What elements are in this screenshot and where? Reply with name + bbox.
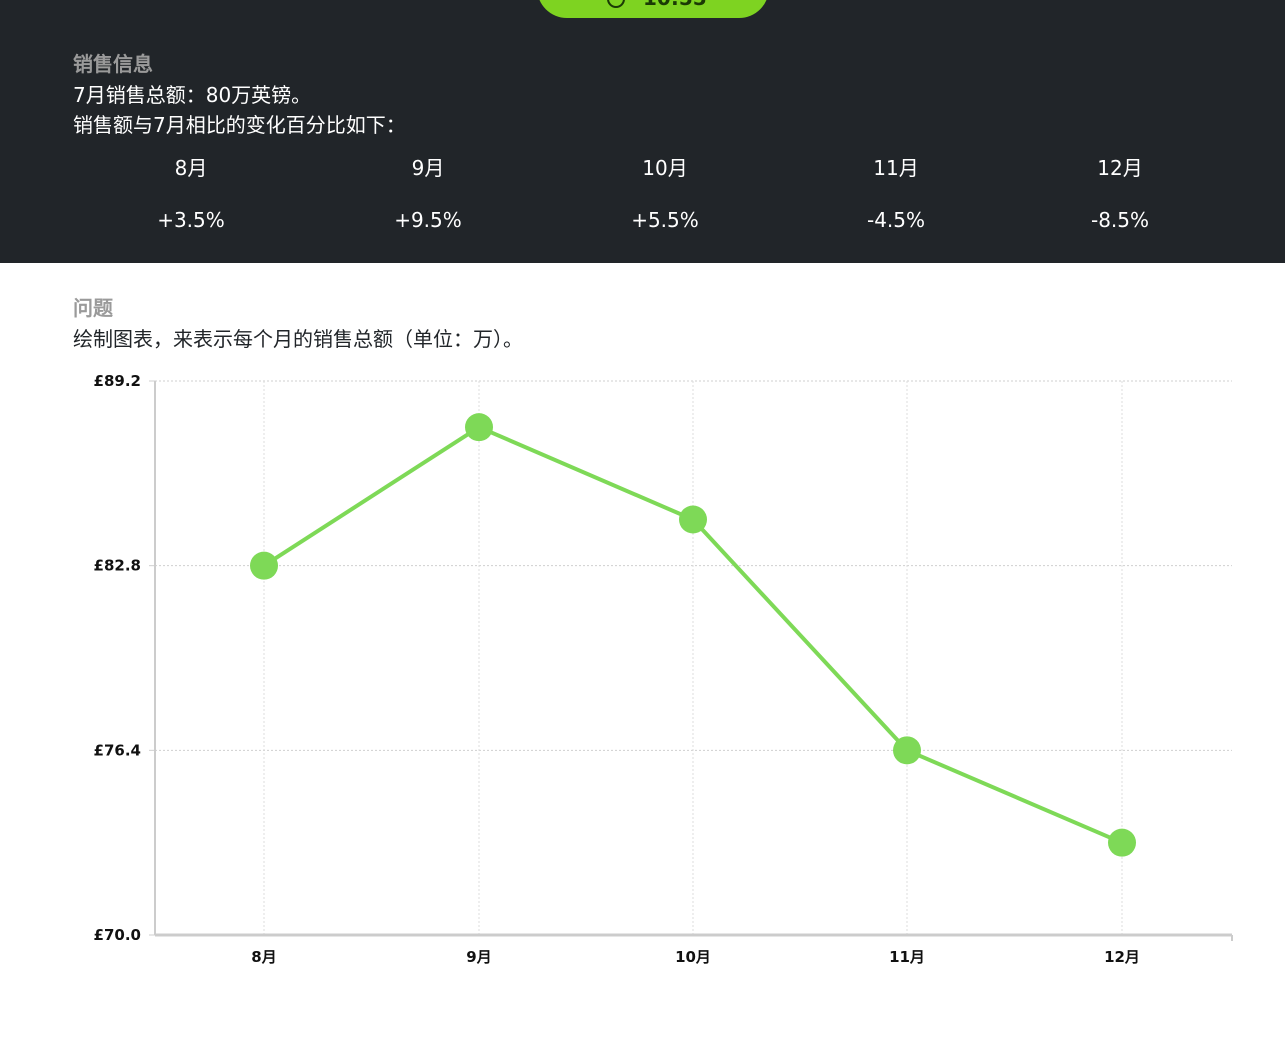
month-label: 11月 [873, 156, 919, 180]
percent-change: -8.5% [1090, 208, 1150, 232]
timer-badge: 10:55 [537, 0, 769, 18]
x-tick-label: 9月 [466, 948, 491, 966]
x-tick-label: 8月 [251, 948, 276, 966]
x-tick-label: 11月 [889, 948, 925, 966]
y-tick-label: £76.4 [94, 741, 141, 759]
total-sales-text: 7月销售总额：80万英镑。 [73, 83, 312, 107]
question-text: 绘制图表，来表示每个月的销售总额（单位：万）。 [73, 327, 523, 351]
sales-info-heading: 销售信息 [73, 52, 153, 76]
percent-change: +5.5% [631, 208, 699, 232]
y-tick-label: £89.2 [94, 372, 141, 390]
data-point[interactable] [465, 413, 493, 442]
clock-icon [607, 0, 625, 8]
y-tick-label: £82.8 [94, 557, 141, 575]
change-intro-text: 销售额与7月相比的变化百分比如下： [73, 113, 406, 137]
percent-change: +9.5% [394, 208, 462, 232]
month-label: 8月 [174, 156, 208, 180]
percent-change: +3.5% [157, 208, 225, 232]
month-label: 9月 [411, 156, 445, 180]
data-point[interactable] [1108, 828, 1136, 857]
month-label: 12月 [1097, 156, 1143, 180]
data-point[interactable] [250, 551, 278, 580]
timer-text: 10:55 [643, 0, 707, 10]
y-tick-label: £70.0 [94, 926, 141, 944]
question-heading: 问题 [73, 296, 113, 320]
data-point[interactable] [679, 505, 707, 534]
data-point[interactable] [893, 736, 921, 765]
x-tick-label: 10月 [675, 948, 711, 966]
percent-change: -4.5% [866, 208, 926, 232]
x-tick-label: 12月 [1104, 948, 1140, 966]
month-label: 10月 [642, 156, 688, 180]
sales-info-panel: 10:55 销售信息 7月销售总额：80万英镑。 销售额与7月相比的变化百分比如… [0, 0, 1285, 263]
sales-line-chart[interactable]: £89.2 £82.8 £76.4 £70.0 8月 9月 10月 11月 12月 [0, 360, 1285, 990]
